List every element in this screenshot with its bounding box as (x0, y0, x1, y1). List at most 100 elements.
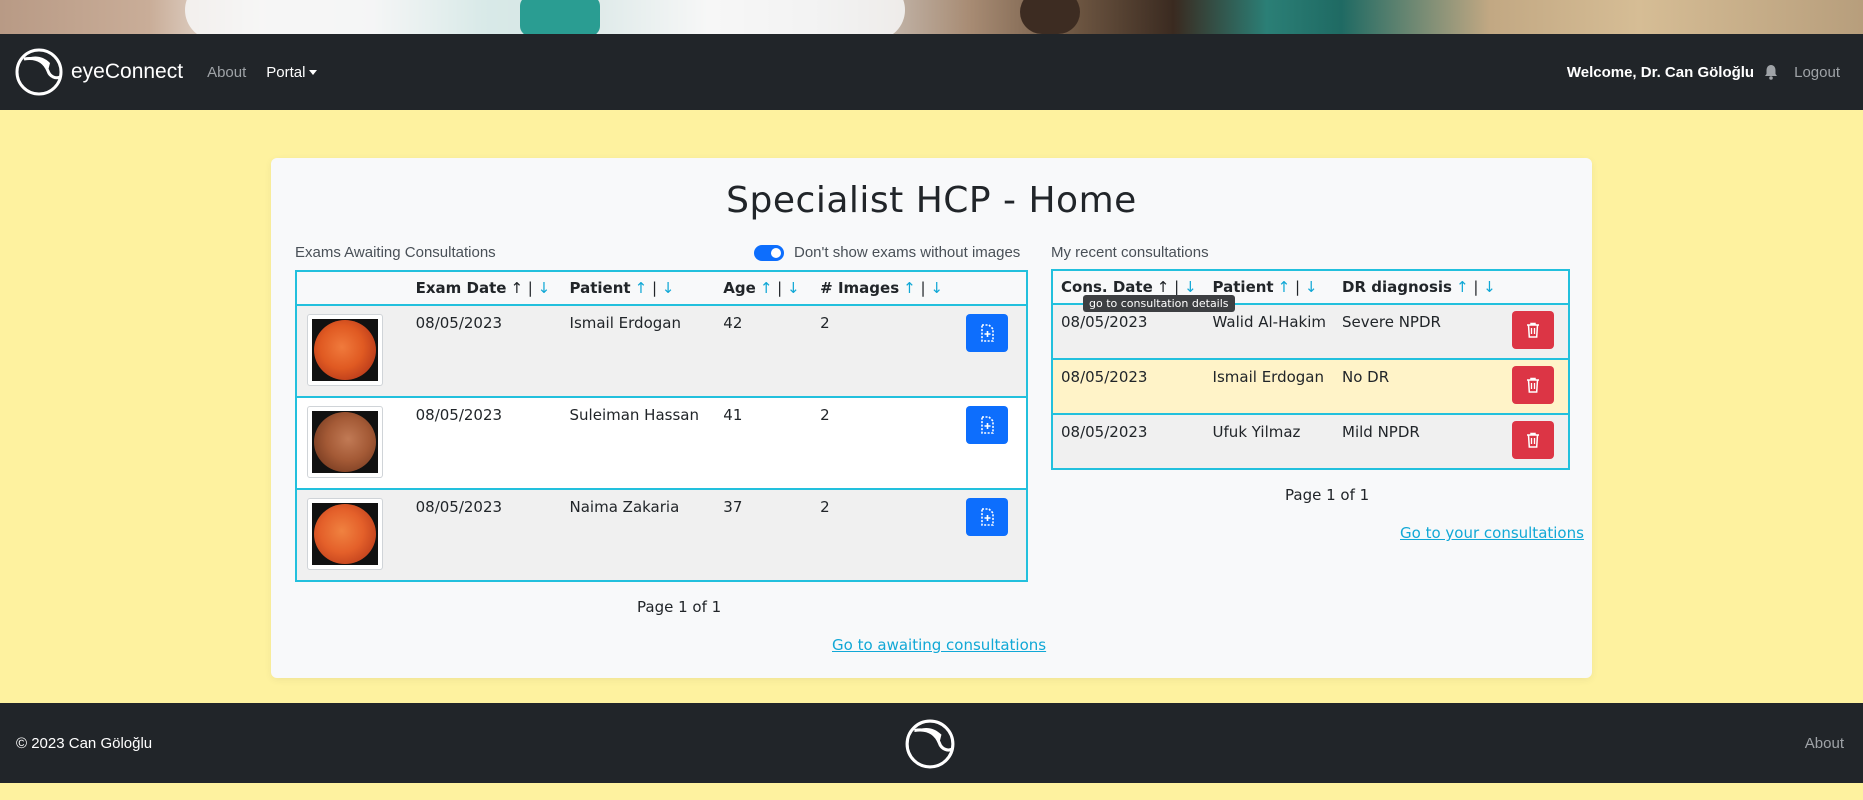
footer-about-link[interactable]: About (1805, 735, 1844, 752)
recent-pager: Page 1 of 1 (1285, 486, 1370, 504)
column-label: Patient (1212, 278, 1274, 296)
nav-portal-label: Portal (266, 63, 306, 81)
images-count-cell: 2 (812, 396, 958, 489)
action-column-header (1503, 270, 1569, 305)
patient-cell: Walid Al-Hakim (1204, 303, 1335, 359)
table-row[interactable]: 08/05/2023 Suleiman Hassan 41 2 (296, 396, 1027, 489)
table-row[interactable]: 08/05/2023 Ismail Erdogan 42 2 (296, 304, 1027, 397)
column-label: # Images (820, 279, 900, 297)
cons-date-cell: 08/05/2023 (1052, 413, 1205, 469)
sort-separator: | (1294, 278, 1301, 296)
sort-desc-icon[interactable]: ↓ (538, 279, 551, 297)
column-label: Patient (569, 279, 631, 297)
nav-about-link[interactable]: About (207, 64, 246, 81)
sort-separator: | (651, 279, 657, 297)
fundus-thumbnail[interactable] (307, 406, 383, 478)
go-to-awaiting-link[interactable]: Go to awaiting consultations (832, 636, 1046, 654)
file-plus-icon (981, 508, 994, 526)
sort-asc-icon[interactable]: ↑ (635, 279, 648, 297)
column-label: Exam Date (415, 279, 507, 297)
patient-cell: Naima Zakaria (561, 488, 716, 581)
action-column-header (958, 271, 1027, 306)
chevron-down-icon (309, 69, 318, 75)
sort-asc-icon[interactable]: ↑ (903, 279, 916, 297)
navbar: eyeConnect About Portal Welcome, Dr. Can… (0, 34, 1863, 110)
age-cell: 42 (715, 304, 813, 397)
sort-separator: | (1174, 278, 1180, 296)
start-consultation-button[interactable] (966, 406, 1008, 444)
eyeconnect-logo-icon (905, 719, 955, 769)
patient-cell: Ufuk Yilmaz (1204, 413, 1335, 469)
sort-asc-icon[interactable]: ↑ (510, 279, 523, 297)
file-plus-icon (981, 324, 994, 342)
column-header-dr-diagnosis: DR diagnosis ↑ | ↓ (1334, 270, 1504, 305)
action-cell (958, 396, 1027, 489)
patient-cell: Ismail Erdogan (1204, 358, 1335, 414)
fundus-thumbnail[interactable] (307, 498, 383, 570)
table-row[interactable]: 08/05/2023 Ismail Erdogan No DR (1052, 358, 1569, 414)
fundus-thumbnail[interactable] (307, 314, 383, 386)
sort-asc-icon[interactable]: ↑ (1456, 278, 1469, 296)
sort-asc-icon[interactable]: ↑ (1278, 278, 1291, 296)
hero-banner-image (0, 0, 1863, 34)
sort-desc-icon[interactable]: ↓ (1483, 278, 1496, 296)
sort-desc-icon[interactable]: ↓ (1184, 278, 1197, 296)
sort-separator: | (777, 279, 783, 297)
thumbnail-column-header (296, 271, 408, 306)
column-label: DR diagnosis (1342, 278, 1452, 296)
exam-date-cell: 08/05/2023 (407, 488, 562, 581)
column-label: Age (723, 279, 756, 297)
nav-portal-dropdown[interactable]: Portal (266, 63, 318, 81)
diagnosis-cell: Severe NPDR (1334, 303, 1504, 359)
sort-separator: | (920, 279, 926, 297)
action-cell (1503, 303, 1569, 359)
sort-separator: | (527, 279, 533, 297)
age-cell: 41 (715, 396, 813, 489)
brand-name: eyeConnect (71, 60, 184, 83)
action-cell (958, 488, 1027, 581)
column-header-images: # Images ↑ | ↓ (812, 271, 958, 306)
table-header-row: Exam Date ↑ | ↓ Patient ↑ | ↓ Age ↑ | ↓ # I… (296, 271, 1027, 306)
cons-date-cell: 08/05/2023 (1052, 303, 1205, 359)
delete-consultation-button[interactable] (1511, 421, 1554, 459)
column-label: Cons. Date (1061, 278, 1153, 296)
age-cell: 37 (715, 488, 813, 581)
welcome-text: Welcome, Dr. Can Göloğlu (1566, 63, 1755, 81)
sort-desc-icon[interactable]: ↓ (662, 279, 675, 297)
table-row[interactable]: 08/05/2023 Walid Al-Hakim Severe NPDR (1052, 303, 1569, 359)
delete-consultation-button[interactable] (1511, 311, 1554, 349)
hide-no-images-toggle[interactable] (754, 244, 784, 261)
logout-link[interactable]: Logout (1794, 64, 1840, 81)
column-header-patient: Patient ↑ | ↓ (561, 271, 716, 306)
consultation-details-tooltip: go to consultation details (1083, 295, 1235, 312)
sort-desc-icon[interactable]: ↓ (1305, 278, 1318, 296)
table-row[interactable]: 08/05/2023 Naima Zakaria 37 2 (296, 488, 1027, 581)
start-consultation-button[interactable] (966, 498, 1008, 536)
patient-cell: Ismail Erdogan (561, 304, 716, 397)
sort-separator: | (1473, 278, 1479, 296)
images-count-cell: 2 (812, 488, 958, 581)
recent-section-label: My recent consultations (1051, 244, 1209, 261)
exam-date-cell: 08/05/2023 (407, 304, 562, 397)
sort-asc-icon[interactable]: ↑ (1157, 278, 1170, 296)
cons-date-cell: 08/05/2023 (1052, 358, 1205, 414)
table-row[interactable]: 08/05/2023 Ufuk Yilmaz Mild NPDR (1052, 413, 1569, 469)
brand[interactable]: eyeConnect (14, 47, 183, 97)
diagnosis-cell: Mild NPDR (1334, 413, 1504, 469)
sort-asc-icon[interactable]: ↑ (760, 279, 773, 297)
column-header-age: Age ↑ | ↓ (715, 271, 813, 306)
thumbnail-cell (296, 304, 408, 397)
column-header-exam-date: Exam Date ↑ | ↓ (407, 271, 562, 306)
patient-cell: Suleiman Hassan (561, 396, 716, 489)
awaiting-pager: Page 1 of 1 (637, 598, 722, 616)
diagnosis-cell: No DR (1334, 358, 1504, 414)
thumbnail-cell (296, 396, 408, 489)
start-consultation-button[interactable] (966, 314, 1008, 352)
sort-desc-icon[interactable]: ↓ (787, 279, 800, 297)
go-to-consultations-link[interactable]: Go to your consultations (1400, 524, 1584, 542)
delete-consultation-button[interactable] (1511, 366, 1554, 404)
trash-icon (1526, 432, 1539, 448)
home-card: Specialist HCP - Home Exams Awaiting Con… (271, 158, 1592, 678)
bell-icon[interactable] (1764, 64, 1778, 80)
sort-desc-icon[interactable]: ↓ (930, 279, 943, 297)
